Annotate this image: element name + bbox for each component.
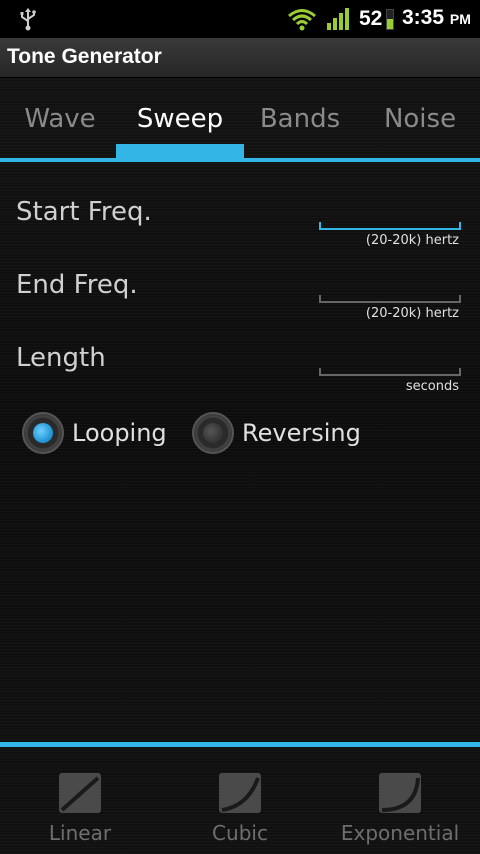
wifi-icon [288,9,316,31]
length-hint: seconds [405,379,459,394]
clock-ampm: PM [449,11,471,27]
reversing-label[interactable]: Reversing [242,419,361,447]
cubic-button[interactable]: Cubic [160,747,320,854]
end-freq-label: End Freq. [16,270,138,300]
cubic-curve-icon [219,773,261,813]
looping-label[interactable]: Looping [72,419,167,447]
start-freq-label: Start Freq. [16,197,152,227]
curve-bar: Linear Cubic Exponential [0,747,480,854]
linear-curve-icon [59,773,101,813]
start-freq-hint: (20-20k) hertz [365,233,459,248]
linear-label: Linear [48,821,112,845]
reversing-radio[interactable] [192,412,234,454]
battery-icon [386,9,394,30]
tab-sweep[interactable]: Sweep [120,104,240,144]
length-input[interactable] [319,368,461,376]
looping-radio[interactable] [22,412,64,454]
app-title: Tone Generator [7,45,162,68]
status-bar: 52 3:35 PM [0,0,480,38]
end-freq-hint: (20-20k) hertz [365,306,459,321]
tab-divider [0,158,480,162]
tab-bar: Wave Sweep Bands Noise [0,78,480,164]
tab-bands[interactable]: Bands [240,104,360,144]
end-freq-input[interactable] [319,295,461,303]
radio-dot [203,423,223,443]
exponential-label: Exponential [340,821,460,845]
clock-time: 3:35 [402,6,445,29]
length-label: Length [16,343,106,373]
title-bar: Tone Generator [0,38,480,78]
battery-percent: 52 [359,7,383,30]
signal-icon [327,8,349,30]
tab-noise[interactable]: Noise [360,104,480,144]
exponential-curve-icon [379,773,421,813]
exponential-button[interactable]: Exponential [320,747,480,854]
clock: 3:35 PM [402,6,471,30]
start-freq-input[interactable] [319,222,461,230]
linear-button[interactable]: Linear [0,747,160,854]
battery-level [387,19,393,29]
usb-icon [20,8,36,31]
cubic-label: Cubic [212,821,268,845]
tab-wave[interactable]: Wave [0,104,120,144]
radio-dot [33,423,53,443]
